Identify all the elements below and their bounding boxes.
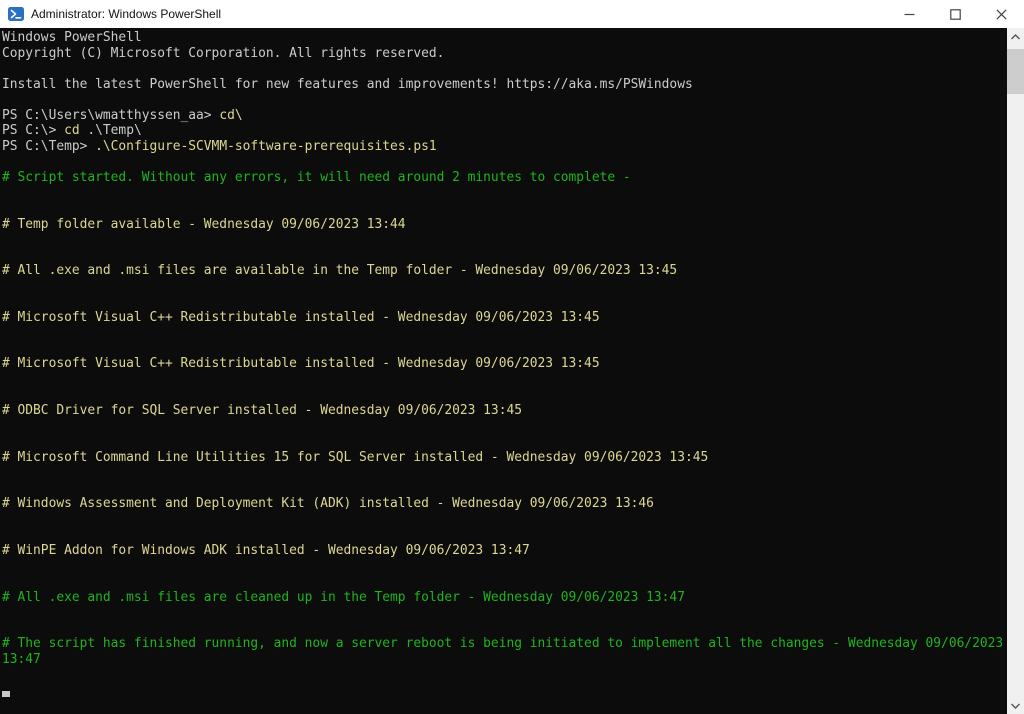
terminal-line: Install the latest PowerShell for new fe… [2,76,693,92]
terminal-line: # ODBC Driver for SQL Server installed -… [2,403,522,419]
close-icon [995,8,1007,20]
maximize-icon [949,8,961,20]
terminal-line: Copyright (C) Microsoft Corporation. All… [2,45,445,61]
maximize-button[interactable] [932,0,978,28]
chevron-down-icon [1011,703,1020,709]
terminal-line: PS C:\Temp> .\Configure-SCVMM-software-p… [2,138,437,154]
minimize-icon [904,13,914,15]
terminal-line: # Microsoft Visual C++ Redistributable i… [2,309,600,325]
terminal-line [2,683,1007,699]
close-button[interactable] [978,0,1024,28]
terminal-line: # WinPE Addon for Windows ADK installed … [2,543,530,559]
terminal-line: # Script started. Without any errors, it… [2,169,631,185]
minimize-button[interactable] [886,0,932,28]
terminal-line: # Windows Assessment and Deployment Kit … [2,496,654,512]
scroll-up-button[interactable] [1007,28,1024,45]
window-title: Administrator: Windows PowerShell [31,7,222,21]
terminal-line: # The script has finished running, and n… [2,636,1004,652]
terminal-line: # All .exe and .msi files are available … [2,263,678,279]
chevron-up-icon [1011,33,1020,39]
scrollbar-thumb[interactable] [1007,49,1024,94]
terminal-line: # Temp folder available - Wednesday 09/0… [2,216,406,232]
powershell-icon [8,7,24,21]
title-bar: Administrator: Windows PowerShell [0,0,1024,28]
terminal-line: PS C:\> cd .\Temp\ [2,123,142,139]
console-area: Windows PowerShell Copyright (C) Microsof… [0,28,1024,714]
terminal-cursor [2,690,10,697]
terminal-line: PS C:\Users\wmatthyssen_aa> cd\ [2,107,243,123]
terminal-line: Windows PowerShell [2,30,142,45]
terminal-line: # All .exe and .msi files are cleaned up… [2,589,685,605]
window-controls [886,0,1024,28]
terminal-line: # Microsoft Command Line Utilities 15 fo… [2,449,709,465]
terminal-line: 13:47 [2,651,41,667]
powershell-window: Administrator: Windows PowerShell Window… [0,0,1024,714]
terminal-line: # Microsoft Visual C++ Redistributable i… [2,356,600,372]
terminal-output[interactable]: Windows PowerShell Copyright (C) Microsof… [0,28,1007,714]
vertical-scrollbar[interactable] [1007,28,1024,714]
scroll-down-button[interactable] [1007,697,1024,714]
